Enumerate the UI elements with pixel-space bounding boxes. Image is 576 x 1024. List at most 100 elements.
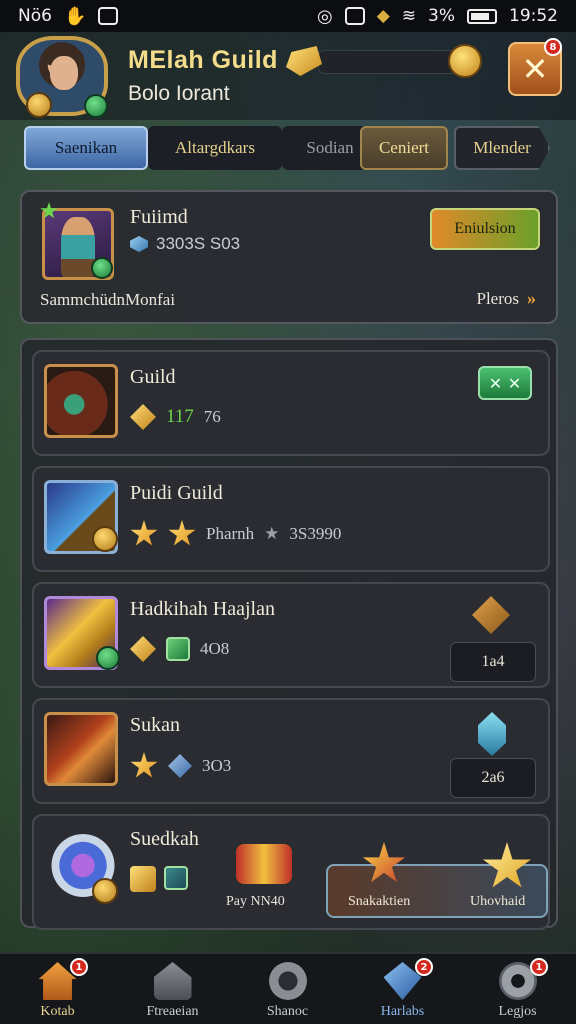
nav-notification-badge: 2 bbox=[415, 958, 433, 976]
tab-ceniert[interactable]: Ceniert bbox=[360, 126, 448, 170]
list-item[interactable]: Puidi Guild Pharnh ★ 3S3990 bbox=[32, 466, 550, 572]
gold-diamond-icon bbox=[130, 636, 156, 662]
row-meta: 4O8 bbox=[130, 636, 229, 662]
close-notification-badge: 8 bbox=[544, 38, 562, 56]
coin-badge-icon bbox=[92, 878, 118, 904]
gold-star-icon bbox=[130, 752, 158, 778]
profile-action-button[interactable]: Eniulsion bbox=[430, 208, 540, 250]
reward-panel[interactable]: Snakaktien Uhovhaid bbox=[326, 842, 548, 918]
gold-coin-icon[interactable] bbox=[448, 44, 482, 78]
list-item[interactable]: Hadkihah Haajlan 4O8 1a4 bbox=[32, 582, 550, 688]
reward-caption: Pay NN40 bbox=[226, 894, 285, 909]
target-icon: ◎ bbox=[316, 5, 333, 27]
battery-icon bbox=[467, 8, 497, 24]
more-link[interactable]: Pleros » bbox=[477, 288, 537, 309]
nav-label: Ftreaeian bbox=[146, 1004, 199, 1019]
camera-icon bbox=[344, 7, 365, 25]
list-item[interactable]: Suedkah Pay NN40 Snakaktien Uhovhaid bbox=[32, 814, 550, 930]
guild-title: MElah Guild bbox=[128, 46, 278, 74]
gold-star-icon bbox=[130, 520, 158, 546]
tab-mlender[interactable]: Mlender bbox=[454, 126, 550, 170]
avatar-face bbox=[50, 56, 78, 90]
red-star-icon bbox=[362, 842, 406, 883]
bottom-navigation: Kotab 1 Ftreaeian Shanoc Harlabs 2 Legjo… bbox=[0, 952, 576, 1024]
teal-rune-icon bbox=[164, 866, 188, 890]
hero-badge-icon bbox=[91, 257, 113, 279]
row-side-box[interactable]: 2a6 bbox=[450, 758, 536, 798]
scroll-map-icon bbox=[44, 712, 118, 786]
profile-subtitle: SammchüdnMonfai bbox=[40, 290, 176, 309]
rune-icon bbox=[472, 596, 510, 634]
blue-gem-icon bbox=[168, 754, 192, 778]
game-icon: ◆ bbox=[376, 6, 390, 26]
castle-icon bbox=[153, 962, 192, 1000]
app-icon bbox=[98, 7, 119, 25]
reward-left-label: Snakaktien bbox=[348, 894, 411, 909]
hand-icon: ✋ bbox=[63, 5, 87, 27]
nav-item-kotab[interactable]: Kotab 1 bbox=[0, 954, 115, 1024]
shield-icon bbox=[268, 962, 307, 1000]
row-title: Guild bbox=[130, 366, 176, 388]
list-item[interactable]: Guild 117 76 ✕ ✕ bbox=[32, 350, 550, 456]
nav-notification-badge: 1 bbox=[70, 958, 88, 976]
row-title: Hadkihah Haajlan bbox=[130, 598, 275, 620]
nav-label: Kotab bbox=[40, 1004, 75, 1019]
row-title: Sukan bbox=[130, 714, 180, 736]
status-bar: Nö6 ✋ ◎ ◆ ≋ 3% 19:52 bbox=[0, 0, 576, 32]
grey-star-icon: ★ bbox=[264, 524, 280, 543]
row-meta-value: Pharnh bbox=[206, 524, 255, 543]
scroll-reward-icon bbox=[236, 844, 292, 884]
row-side-box[interactable]: 1a4 bbox=[450, 642, 536, 682]
nav-label: Shanoc bbox=[266, 1004, 309, 1019]
row-meta: Pharnh ★ 3S3990 bbox=[130, 520, 341, 548]
row-meta-value: 76 bbox=[203, 407, 221, 426]
hero-portrait[interactable] bbox=[42, 208, 114, 280]
row-meta-value: 3O3 bbox=[202, 756, 232, 775]
gold-coin-icon bbox=[130, 866, 156, 892]
nav-item-legjos[interactable]: Legjos 1 bbox=[460, 954, 575, 1024]
row-title: Puidi Guild bbox=[130, 482, 223, 504]
currency-bar bbox=[318, 50, 458, 74]
tab-bar: Saenikan Altargdkars Sodian Ceniert Mlen… bbox=[24, 126, 552, 170]
gold-bar-icon bbox=[286, 46, 322, 76]
battery-percent: 3% bbox=[428, 6, 455, 26]
guild-list: Guild 117 76 ✕ ✕ Puidi Guild Pharnh ★ 3S… bbox=[20, 338, 558, 930]
green-rune-icon bbox=[166, 637, 190, 661]
list-item[interactable]: Sukan 3O3 2a6 bbox=[32, 698, 550, 804]
row-meta bbox=[130, 866, 188, 892]
carrier-label: Nö6 bbox=[18, 6, 52, 26]
nav-item-ftreaeian[interactable]: Ftreaeian bbox=[115, 954, 230, 1024]
green-badge-icon bbox=[96, 646, 120, 670]
nav-label: Harlabs bbox=[380, 1004, 425, 1019]
tab-altargdkars[interactable]: Altargdkars bbox=[148, 126, 282, 170]
gold-diamond-icon bbox=[130, 404, 156, 430]
close-icon: ✕ bbox=[521, 50, 549, 88]
coin-badge-icon bbox=[92, 526, 118, 552]
row-meta: 117 76 bbox=[130, 404, 221, 430]
clock: 19:52 bbox=[509, 6, 558, 26]
swap-icon: ✕ ✕ bbox=[488, 373, 522, 393]
gold-star-icon bbox=[168, 520, 196, 546]
row-action-button[interactable]: ✕ ✕ bbox=[478, 366, 532, 400]
row-meta-value: 3S3990 bbox=[289, 524, 342, 543]
row-meta-value: 117 bbox=[166, 406, 194, 427]
level-badge-icon bbox=[84, 94, 108, 118]
profile-value: 3303S S03 bbox=[156, 234, 241, 253]
crystal-icon bbox=[478, 712, 506, 756]
coin-badge-icon bbox=[26, 92, 52, 118]
guild-header: MElah Guild Bolo Iorant ✕ 8 bbox=[0, 32, 576, 120]
reward-right-label: Uhovhaid bbox=[470, 894, 526, 909]
wifi-icon: ≋ bbox=[401, 6, 417, 26]
profile-card: Fuiimd 3303S S03 SammchüdnMonfai Pleros … bbox=[20, 190, 558, 324]
hero-figure bbox=[61, 217, 95, 277]
player-avatar[interactable] bbox=[16, 36, 108, 118]
treasure-chest-icon bbox=[44, 364, 118, 438]
chevron-right-icon: » bbox=[527, 288, 536, 308]
nav-label: Legjos bbox=[498, 1004, 537, 1019]
nav-item-harlabs[interactable]: Harlabs 2 bbox=[345, 954, 460, 1024]
row-title: Suedkah bbox=[130, 828, 199, 850]
row-meta: 3O3 bbox=[130, 752, 231, 780]
nav-notification-badge: 1 bbox=[530, 958, 548, 976]
nav-item-shanoc[interactable]: Shanoc bbox=[230, 954, 345, 1024]
tab-saenikan[interactable]: Saenikan bbox=[24, 126, 148, 170]
